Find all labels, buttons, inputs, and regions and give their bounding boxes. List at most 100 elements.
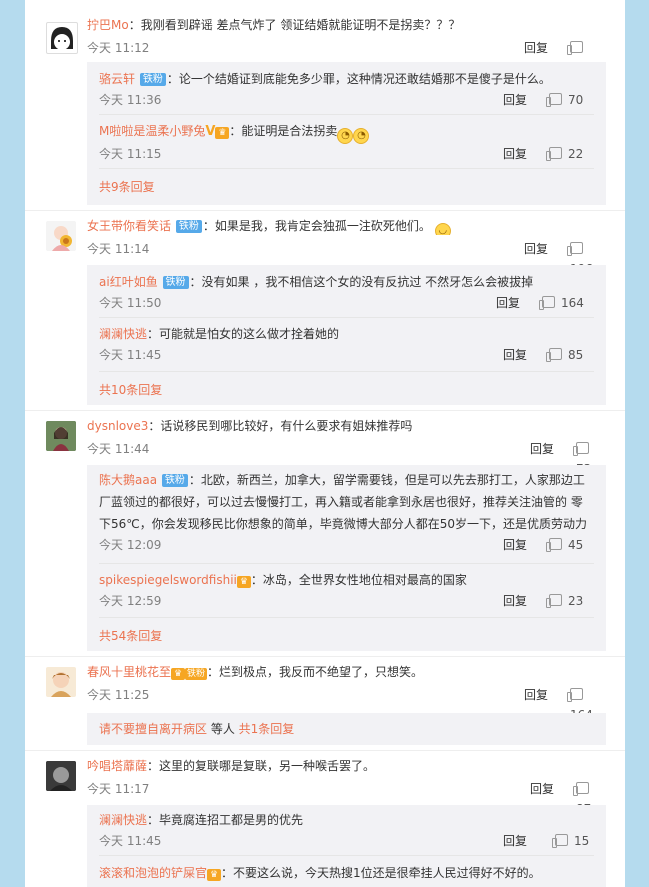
username-link[interactable]: 春风十里桃花至 <box>87 665 171 679</box>
reply-button[interactable]: 回复 <box>503 345 527 365</box>
vip-icon: ♛ <box>236 576 251 588</box>
reply-time: 今天 12:59 <box>99 594 162 608</box>
reply-text: ：冰岛，全世界女性地位相对最高的国家 <box>250 573 467 587</box>
reply-time: 今天 11:15 <box>99 147 162 161</box>
like-count: 22 <box>568 147 584 161</box>
reply-time: 今天 12:09 <box>99 538 162 552</box>
username-link[interactable]: spikespiegelswordfishii <box>99 573 237 587</box>
comment-time: 今天 11:25 <box>87 688 150 702</box>
comment-time: 今天 11:14 <box>87 242 150 256</box>
reply-time: 今天 11:45 <box>99 834 162 848</box>
username-link[interactable]: 澜澜快逃 <box>99 813 147 827</box>
reply-summary-text: 等人 <box>207 722 239 736</box>
reply-button[interactable]: 回复 <box>530 439 554 459</box>
thumb-up-icon <box>539 296 555 310</box>
emoji-icon: ◔ <box>337 128 354 144</box>
fan-badge: 铁粉 <box>139 73 166 86</box>
more-replies-link[interactable]: 共10条回复 <box>99 381 162 398</box>
comment-time: 今天 11:17 <box>87 782 150 796</box>
thumb-up-icon <box>546 348 562 362</box>
reply-button[interactable]: 回复 <box>503 90 527 110</box>
avatar[interactable] <box>46 761 76 791</box>
thumb-up-icon <box>552 834 568 848</box>
fan-badge: 铁粉 <box>185 668 208 680</box>
smile-emoji-icon: ◡ <box>434 223 451 235</box>
thumb-up-icon <box>573 782 589 796</box>
reply-button[interactable]: 回复 <box>496 293 520 313</box>
reply-text: ：没有如果 ，我不相信这个女的没有反抗过 不然牙怎么会被拔掉 <box>189 275 534 289</box>
thumb-up-icon <box>567 688 583 702</box>
comment-item: 女王带你看笑话 铁粉 ：如果是我，我肯定会独孤一注砍死他们。 ◡ 今天 11:14… <box>25 210 625 411</box>
reply-text: ：可能就是怕女的这么做才拴着她的 <box>147 327 340 341</box>
avatar[interactable] <box>46 421 76 451</box>
avatar[interactable] <box>46 22 78 54</box>
reply-box: 骆云轩 铁粉 ：论一个结婚证到底能免多少罪，这种情况还敢结婚那不是傻子是什么。 今… <box>87 62 606 205</box>
comment-item: dysnlove3：话说移民到哪比较好，有什么要求有姐妹推荐吗 今天 11:44… <box>25 410 625 657</box>
reply-button[interactable]: 回复 <box>503 831 527 851</box>
like-count: 85 <box>568 348 584 362</box>
thumb-up-icon <box>573 442 589 456</box>
fan-badge: 铁粉 <box>162 276 189 289</box>
reply-button[interactable]: 回复 <box>503 591 527 611</box>
comment-time: 今天 11:12 <box>87 41 150 55</box>
like-button[interactable]: 85 <box>546 345 584 365</box>
vip-icon: ♛ <box>171 668 186 680</box>
like-button[interactable]: 45 <box>546 535 584 555</box>
reply-button[interactable]: 回复 <box>530 779 554 799</box>
comment-list: 拧巴Mo：我刚看到辟谣 差点气炸了 领证结婚就能证明不是拐卖？？？ 今天 11:… <box>25 0 625 887</box>
username-link[interactable]: ai红叶如鱼 <box>99 275 158 289</box>
username-link[interactable]: 滚滚和泡泡的铲屎官 <box>99 866 207 880</box>
username-link[interactable]: 澜澜快逃 <box>99 327 147 341</box>
reply-button[interactable]: 回复 <box>524 685 548 705</box>
username-link[interactable]: dysnlove3 <box>87 419 148 433</box>
comment-text: ：如果是我，我肯定会独孤一注砍死他们。 <box>202 219 431 233</box>
reply-box: ai红叶如鱼 铁粉 ：没有如果 ，我不相信这个女的没有反抗过 不然牙怎么会被拔掉 … <box>87 265 606 405</box>
more-replies-link[interactable]: 共1条回复 <box>239 722 295 736</box>
like-count: 45 <box>568 538 584 552</box>
like-button[interactable]: 23 <box>546 591 584 611</box>
like-button[interactable]: 15 <box>552 831 590 851</box>
comment-item: 吟唱塔蘼薩：这里的复联哪是复联，另一种喉舌罢了。 今天 11:17 回复 87 … <box>25 750 625 887</box>
username-link[interactable]: M啦啦是温柔小野兔 <box>99 124 205 138</box>
more-replies-link[interactable]: 共54条回复 <box>99 627 162 644</box>
like-button[interactable]: 70 <box>546 90 584 110</box>
reply-text: ：能证明是合法拐卖 <box>229 124 338 138</box>
reply-time: 今天 11:45 <box>99 348 162 362</box>
emoji-icon: ◔ <box>353 128 370 144</box>
like-count: 15 <box>574 834 590 848</box>
fan-badge: 铁粉 <box>161 474 188 487</box>
reply-text: ：论一个结婚证到底能免多少罪，这种情况还敢结婚那不是傻子是什么。 <box>166 72 551 86</box>
reply-button[interactable]: 回复 <box>524 38 548 58</box>
comment-time: 今天 11:44 <box>87 442 150 456</box>
thumb-up-icon <box>567 41 583 55</box>
like-button[interactable]: 22 <box>546 144 584 164</box>
thumb-up-icon <box>546 594 562 608</box>
username-link[interactable]: 骆云轩 <box>99 72 135 86</box>
like-count: 70 <box>568 93 584 107</box>
fan-badge: 铁粉 <box>175 220 202 233</box>
reply-box: 请不要擅自离开病区 等人 共1条回复 <box>87 713 606 745</box>
avatar[interactable] <box>46 667 76 697</box>
like-button[interactable]: 164 <box>539 293 584 313</box>
like-count: 23 <box>568 594 584 608</box>
username-link[interactable]: 请不要擅自离开病区 <box>99 722 207 736</box>
reply-button[interactable]: 回复 <box>524 239 548 259</box>
verified-icon: V <box>205 124 216 139</box>
reply-button[interactable]: 回复 <box>503 144 527 164</box>
reply-box: 陈大鹅aaa 铁粉 ：北欧，新西兰，加拿大，留学需要钱，但是可以先去那打工，人家那… <box>87 465 606 651</box>
thumb-up-icon <box>546 147 562 161</box>
reply-button[interactable]: 回复 <box>503 535 527 555</box>
vip-icon: ♛ <box>207 869 222 881</box>
comment-text: ：这里的复联哪是复联，另一种喉舌罢了。 <box>147 759 376 773</box>
vip-icon: ♛ <box>215 127 230 139</box>
username-link[interactable]: 女王带你看笑话 <box>87 219 171 233</box>
like-count: 164 <box>561 296 584 310</box>
username-link[interactable]: 吟唱塔蘼薩 <box>87 759 147 773</box>
thumb-up-icon <box>546 538 562 552</box>
avatar[interactable] <box>46 221 76 251</box>
more-replies-link[interactable]: 共9条回复 <box>99 178 155 195</box>
username-link[interactable]: 陈大鹅aaa <box>99 473 157 487</box>
username-link[interactable]: 拧巴Mo <box>87 18 129 32</box>
reply-box: 澜澜快逃：毕竟腐连招工都是男的优先 今天 11:45 回复 15 滚滚和泡泡的铲屎官… <box>87 805 606 887</box>
comment-text: ：烂到极点，我反而不绝望了，只想笑。 <box>207 665 424 679</box>
